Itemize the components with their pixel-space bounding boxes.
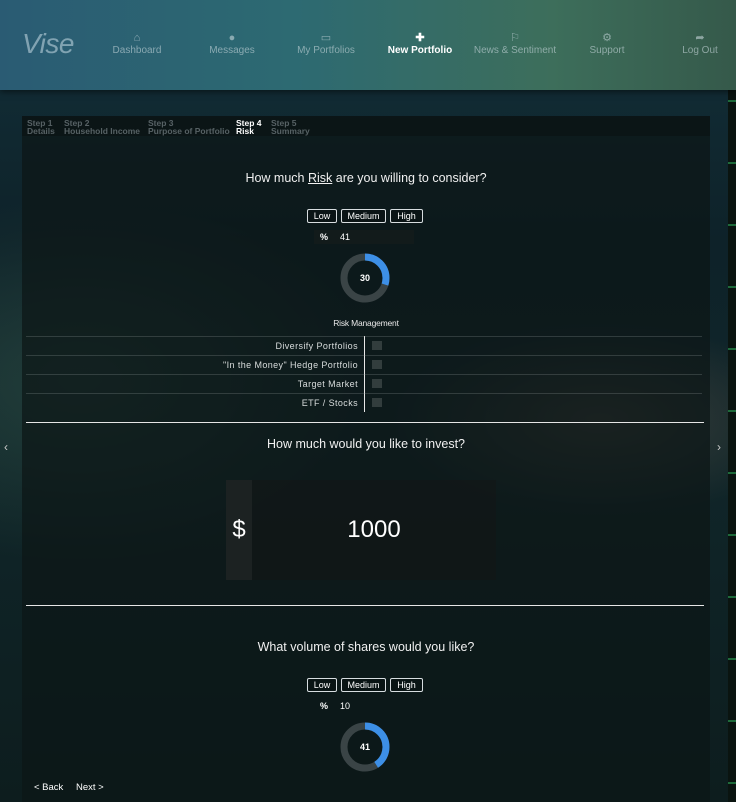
- currency-symbol: $: [226, 480, 252, 580]
- risk-option-row: Diversify Portfolios: [26, 336, 702, 355]
- invest-amount-value[interactable]: 1000: [252, 480, 496, 580]
- risk-option-checkbox[interactable]: [372, 360, 382, 369]
- volume-medium-button[interactable]: Medium: [341, 678, 386, 692]
- risk-option-checkbox[interactable]: [372, 398, 382, 407]
- volume-percent-field[interactable]: % 10: [314, 699, 364, 713]
- risk-option-row: Target Market: [26, 374, 702, 393]
- risk-option-row: ETF / Stocks: [26, 393, 702, 412]
- risk-percent-field[interactable]: % 41: [314, 230, 414, 244]
- nav-label: Messages: [209, 45, 255, 56]
- nav-label: My Portfolios: [297, 45, 355, 56]
- volume-question: What volume of shares would you like?: [257, 640, 475, 654]
- risk-question: How much Risk are you willing to conside…: [245, 171, 487, 185]
- risk-management-title: Risk Management: [333, 318, 399, 328]
- carousel-prev-icon[interactable]: ‹: [4, 440, 8, 454]
- top-navigation-bar: Vise ⌂ Dashboard ● Messages ▭ My Portfol…: [0, 0, 736, 90]
- percent-label: %: [320, 232, 329, 242]
- percent-value: 41: [340, 232, 351, 242]
- volume-low-button[interactable]: Low: [307, 678, 337, 692]
- step-2-tab[interactable]: Step 2 Household Income: [64, 119, 140, 136]
- wizard-panel: Step 1 Details Step 2 Household Income Ste…: [22, 116, 710, 802]
- nav-log-out[interactable]: ➦ Log Out: [645, 32, 736, 56]
- risk-option-checkbox[interactable]: [372, 341, 382, 350]
- volume-donut-label: 41: [359, 742, 370, 752]
- volume-donut: 41: [339, 721, 391, 773]
- invest-question: How much would you like to invest?: [266, 437, 465, 451]
- risk-low-button[interactable]: Low: [307, 209, 337, 223]
- carousel-next-icon[interactable]: ›: [717, 440, 721, 454]
- nav-label: News & Sentiment: [473, 45, 557, 56]
- share-icon: ➦: [695, 32, 705, 44]
- risk-option-label: "In the Money" Hedge Portfolio: [223, 360, 358, 370]
- risk-option-label: Target Market: [297, 379, 358, 389]
- step-3-tab[interactable]: Step 3 Purpose of Portfolio: [148, 119, 230, 136]
- next-button[interactable]: Next >: [76, 782, 104, 793]
- step-1-tab[interactable]: Step 1 Details: [27, 119, 55, 136]
- nav-label: Support: [589, 45, 625, 56]
- nav-label: Dashboard: [112, 45, 162, 56]
- section-divider: [26, 422, 704, 423]
- plus-icon: ✚: [415, 32, 425, 44]
- risk-medium-button[interactable]: Medium: [341, 209, 386, 223]
- nav-label: Log Out: [682, 45, 718, 56]
- risk-option-label: Diversify Portfolios: [275, 341, 358, 351]
- risk-donut: 30: [339, 252, 391, 304]
- risk-high-button[interactable]: High: [390, 209, 423, 223]
- invest-amount-field[interactable]: $ 1000: [226, 480, 496, 580]
- step-4-tab[interactable]: Step 4 Risk: [236, 119, 262, 136]
- step-tabs: Step 1 Details Step 2 Household Income Ste…: [22, 116, 710, 136]
- app-logo[interactable]: Vise: [22, 28, 74, 60]
- risk-option-label: ETF / Stocks: [301, 398, 358, 408]
- section-divider: [26, 605, 704, 606]
- percent-value: 10: [340, 701, 351, 711]
- percent-label: %: [320, 701, 329, 711]
- risk-option-row: "In the Money" Hedge Portfolio: [26, 355, 702, 374]
- risk-donut-label: 30: [359, 273, 370, 283]
- nav-new-portfolio[interactable]: ✚ New Portfolio: [365, 32, 475, 56]
- risk-option-checkbox[interactable]: [372, 379, 382, 388]
- nav-dashboard[interactable]: ⌂ Dashboard: [82, 32, 192, 56]
- risk-emphasis: Risk: [307, 171, 333, 185]
- step-5-tab[interactable]: Step 5 Summary: [271, 119, 310, 136]
- back-button[interactable]: < Back: [34, 782, 63, 793]
- home-icon: ⌂: [133, 32, 141, 44]
- nav-label: New Portfolio: [387, 45, 453, 56]
- volume-high-button[interactable]: High: [390, 678, 423, 692]
- scrollbar-edge: [728, 0, 736, 802]
